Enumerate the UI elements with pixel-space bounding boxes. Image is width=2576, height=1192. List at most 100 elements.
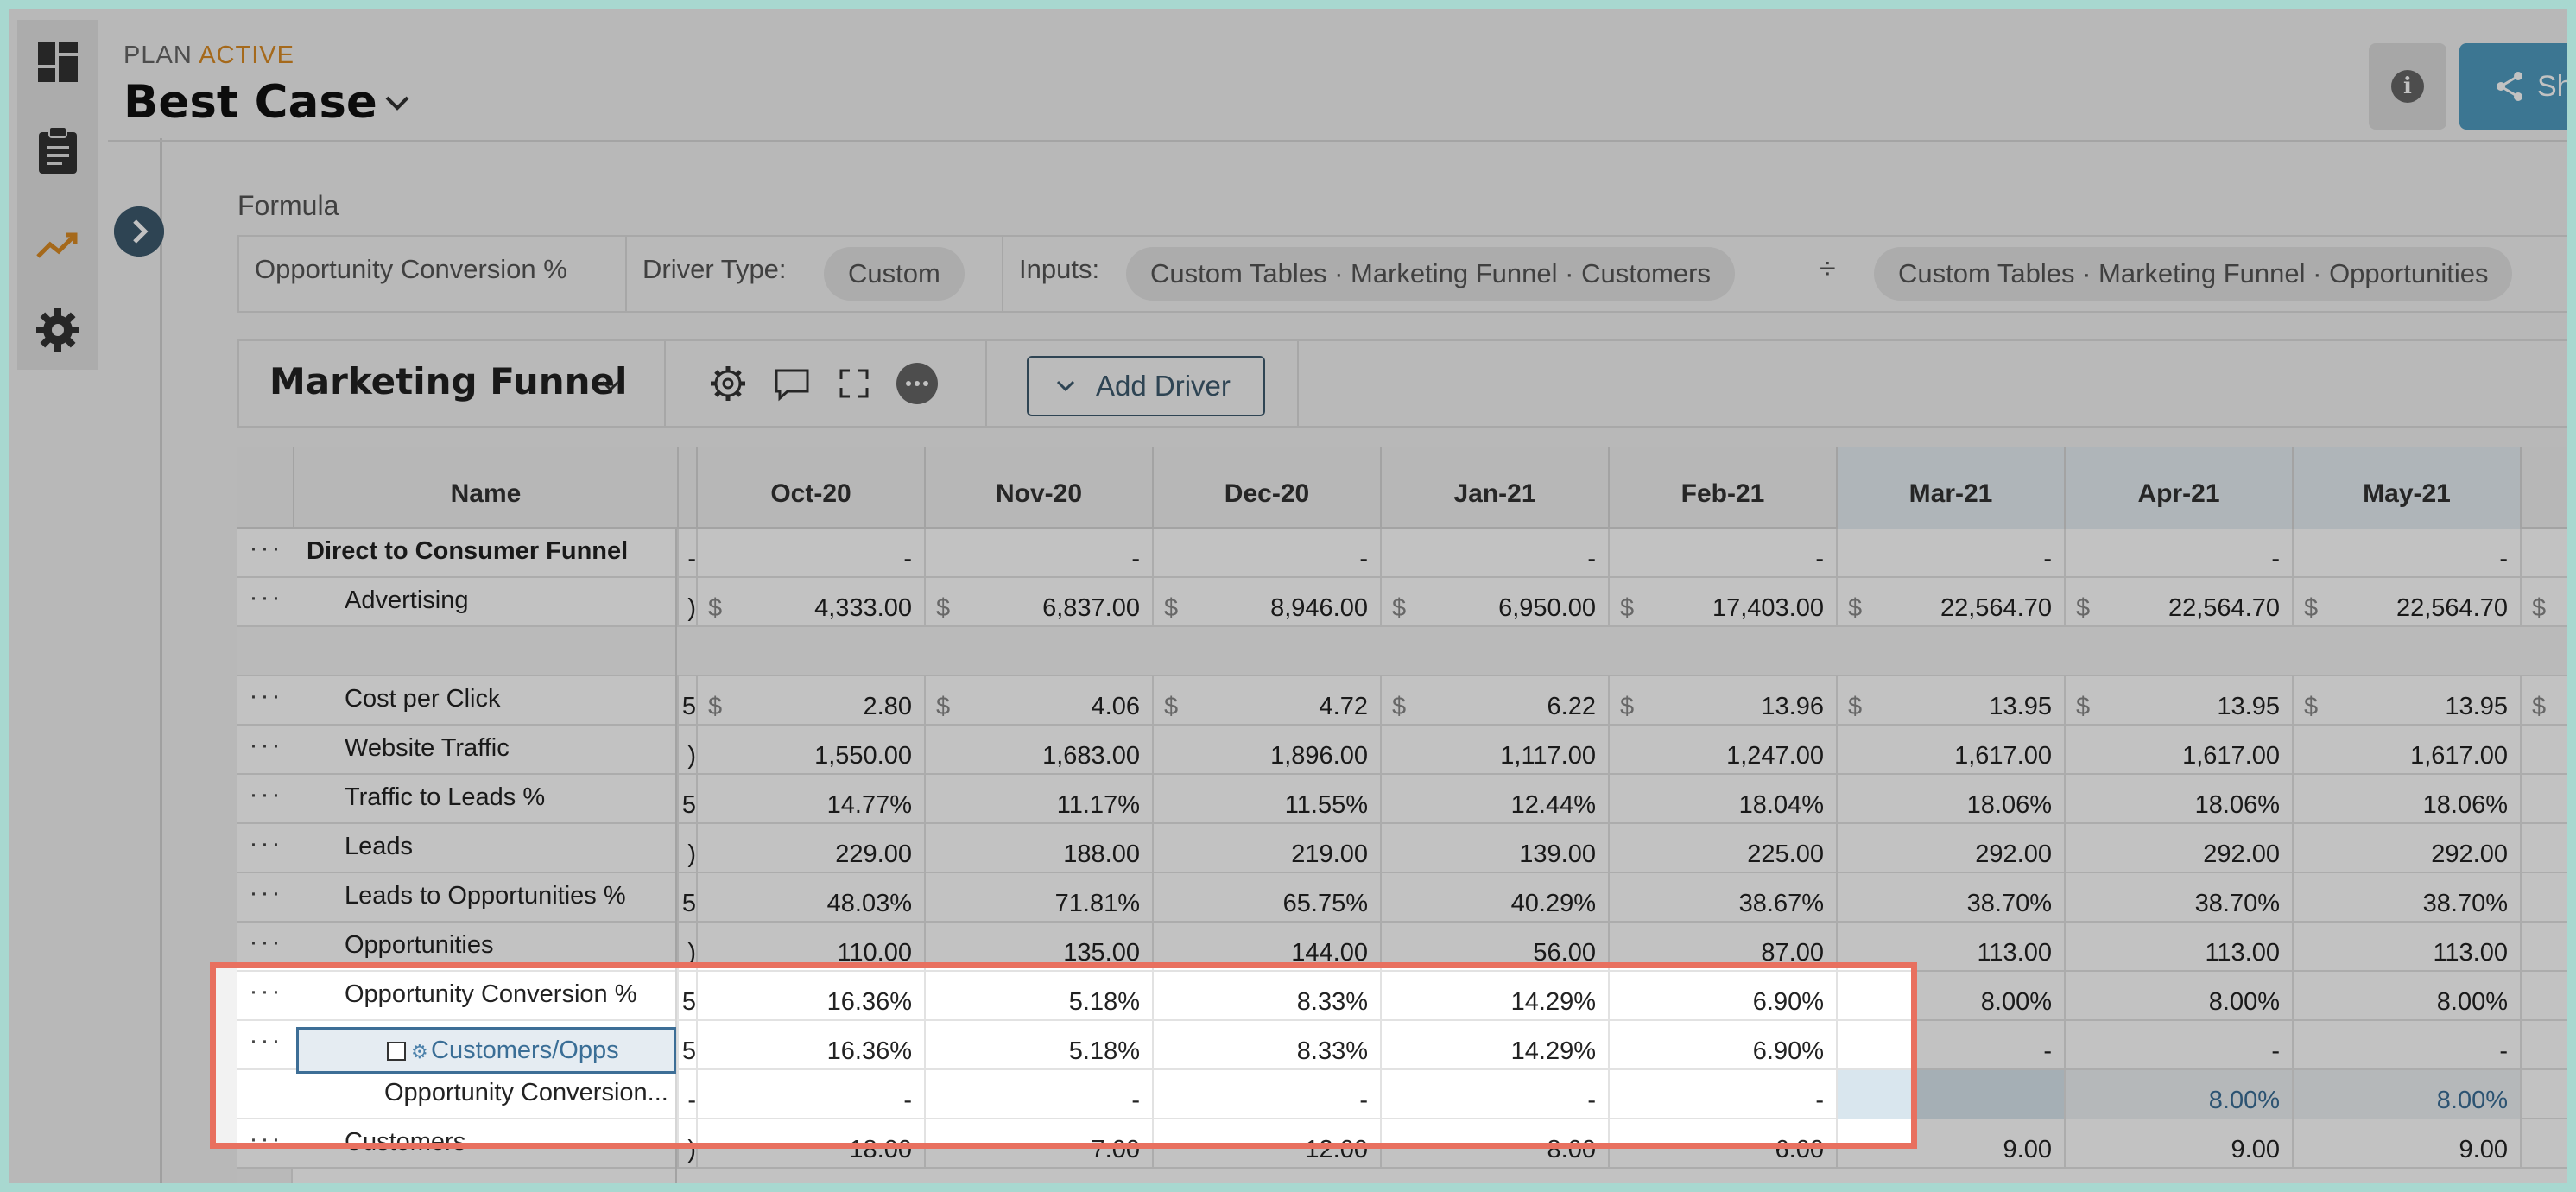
table-cell[interactable]: 1,117.00: [1380, 726, 1608, 775]
table-cell[interactable]: $4.06: [924, 676, 1152, 726]
table-cell[interactable]: 18.04%: [1608, 775, 1836, 824]
table-cell[interactable]: 1,617.00: [2292, 726, 2520, 775]
table-cell[interactable]: 48.03%: [696, 873, 924, 923]
table-cell[interactable]: 219.00: [1152, 824, 1380, 873]
table-cell[interactable]: 113.00: [2064, 923, 2292, 972]
table-cell[interactable]: 18.06%: [2064, 775, 2292, 824]
dashboard-icon[interactable]: [36, 37, 79, 87]
table-cell[interactable]: $2.80: [696, 676, 924, 726]
table-cell[interactable]: 1,896.00: [1152, 726, 1380, 775]
table-cell[interactable]: 18.06%: [1836, 775, 2064, 824]
table-cell[interactable]: 12.00: [1152, 1119, 1380, 1169]
table-cell[interactable]: -: [1380, 1070, 1608, 1119]
table-cell[interactable]: 8.00%: [2292, 972, 2520, 1021]
table-cell[interactable]: 113.00: [2292, 923, 2520, 972]
table-row[interactable]: ··· Opportunity Conversion % 5 16.36% 5.18% 8…: [237, 972, 2567, 1021]
table-cell[interactable]: -: [1608, 529, 1836, 578]
fullscreen-icon[interactable]: [832, 362, 876, 405]
table-cell[interactable]: -: [2064, 529, 2292, 578]
table-cell[interactable]: 14.77%: [696, 775, 924, 824]
table-cell[interactable]: $4.72: [1152, 676, 1380, 726]
table-cell[interactable]: $22,564.70: [1836, 578, 2064, 627]
driver-type-pill[interactable]: Custom: [824, 247, 965, 301]
table-cell[interactable]: 139.00: [1380, 824, 1608, 873]
table-cell[interactable]: 292.00: [2292, 824, 2520, 873]
table-row[interactable]: ··· Customers) 18.00 7.00 12.00 8.00 6.00 9.00 9…: [237, 1119, 2567, 1169]
settings-icon[interactable]: [706, 362, 750, 405]
chevron-down-icon[interactable]: [600, 378, 621, 394]
table-cell[interactable]: 188.00: [924, 824, 1152, 873]
table-cell[interactable]: 225.00: [1608, 824, 1836, 873]
table-cell[interactable]: 71.81%: [924, 873, 1152, 923]
table-cell[interactable]: 292.00: [1836, 824, 2064, 873]
table-row[interactable]: ··· Traffic to Leads % 5 14.77% 11.17% 11.55%…: [237, 775, 2567, 824]
table-cell[interactable]: 87.00: [1608, 923, 1836, 972]
row-menu-icon[interactable]: ···: [239, 880, 293, 906]
table-row[interactable]: ··· Advertising) $4,333.00 $6,837.00 $8,946.…: [237, 578, 2567, 627]
chevron-down-icon[interactable]: [383, 91, 412, 117]
gear-icon[interactable]: [36, 305, 79, 355]
table-cell[interactable]: 18.06%: [2292, 775, 2520, 824]
expand-sidebar-button[interactable]: [114, 206, 164, 257]
table-cell[interactable]: -: [924, 529, 1152, 578]
table-cell[interactable]: 5.18%: [924, 972, 1152, 1021]
table-cell[interactable]: 38.70%: [2292, 873, 2520, 923]
table-cell[interactable]: 6.00: [1608, 1119, 1836, 1169]
table-cell[interactable]: -: [2064, 1021, 2292, 1070]
table-cell[interactable]: 8.00%: [2064, 972, 2292, 1021]
column-header[interactable]: May-21: [2292, 447, 2520, 529]
table-cell[interactable]: -: [696, 1070, 924, 1119]
table-cell[interactable]: 8.00%: [2292, 1070, 2520, 1119]
row-menu-icon[interactable]: ···: [239, 929, 293, 955]
table-cell[interactable]: 9.00: [2292, 1119, 2520, 1169]
table-cell[interactable]: $13.95: [2064, 676, 2292, 726]
table-cell[interactable]: 12.44%: [1380, 775, 1608, 824]
table-cell[interactable]: $13.95: [2292, 676, 2520, 726]
clipboard-icon[interactable]: [36, 125, 79, 175]
table-cell[interactable]: 38.67%: [1608, 873, 1836, 923]
table-cell[interactable]: -: [1152, 529, 1380, 578]
selected-name-cell[interactable]: ⚙ Customers/Opps: [296, 1027, 676, 1074]
table-row[interactable]: ··· Opportunities) 110.00 135.00 144.00 56.00…: [237, 923, 2567, 972]
table-cell[interactable]: -: [2292, 1021, 2520, 1070]
trend-icon[interactable]: [36, 220, 79, 270]
table-cell[interactable]: [1836, 1070, 2064, 1119]
table-cell[interactable]: 16.36%: [696, 1021, 924, 1070]
table-row[interactable]: ··· Leads) 229.00 188.00 219.00 139.00 225.00 2…: [237, 824, 2567, 873]
table-cell[interactable]: 5.18%: [924, 1021, 1152, 1070]
column-header[interactable]: Apr-21: [2064, 447, 2292, 529]
row-menu-icon[interactable]: ···: [239, 782, 293, 808]
row-menu-icon[interactable]: ···: [239, 732, 293, 758]
table-cell[interactable]: 16.36%: [696, 972, 924, 1021]
share-button[interactable]: Sh: [2459, 43, 2567, 130]
table-cell[interactable]: -: [1836, 1021, 2064, 1070]
table-cell[interactable]: $6.22: [1380, 676, 1608, 726]
column-header[interactable]: Feb-21: [1608, 447, 1836, 529]
table-cell[interactable]: 8.00: [1380, 1119, 1608, 1169]
table-cell[interactable]: 14.29%: [1380, 972, 1608, 1021]
table-cell[interactable]: 56.00: [1380, 923, 1608, 972]
table-cell[interactable]: 113.00: [1836, 923, 2064, 972]
table-cell[interactable]: 1,550.00: [696, 726, 924, 775]
table-cell[interactable]: -: [1836, 529, 2064, 578]
table-cell[interactable]: 7.00: [924, 1119, 1152, 1169]
table-cell[interactable]: 8.33%: [1152, 972, 1380, 1021]
table-cell[interactable]: -: [1152, 1070, 1380, 1119]
row-menu-icon[interactable]: ···: [239, 1126, 293, 1152]
table-cell[interactable]: $4,333.00: [696, 578, 924, 627]
table-cell[interactable]: 135.00: [924, 923, 1152, 972]
table-cell[interactable]: $22,564.70: [2064, 578, 2292, 627]
table-title[interactable]: Marketing Funnel: [269, 360, 627, 403]
table-cell[interactable]: $6,950.00: [1380, 578, 1608, 627]
table-cell[interactable]: 6.90%: [1608, 972, 1836, 1021]
table-cell[interactable]: -: [1608, 1070, 1836, 1119]
table-cell[interactable]: 9.00: [2064, 1119, 2292, 1169]
table-cell[interactable]: $13.96: [1608, 676, 1836, 726]
table-cell[interactable]: 8.33%: [1152, 1021, 1380, 1070]
row-menu-icon[interactable]: ···: [239, 979, 293, 1005]
table-row[interactable]: Opportunity Conversion... - - - - - -8.00% 8.00…: [237, 1070, 2567, 1119]
table-cell[interactable]: 292.00: [2064, 824, 2292, 873]
row-menu-icon[interactable]: ···: [239, 831, 293, 857]
row-menu-icon[interactable]: ···: [239, 683, 293, 709]
table-cell[interactable]: -: [1380, 529, 1608, 578]
